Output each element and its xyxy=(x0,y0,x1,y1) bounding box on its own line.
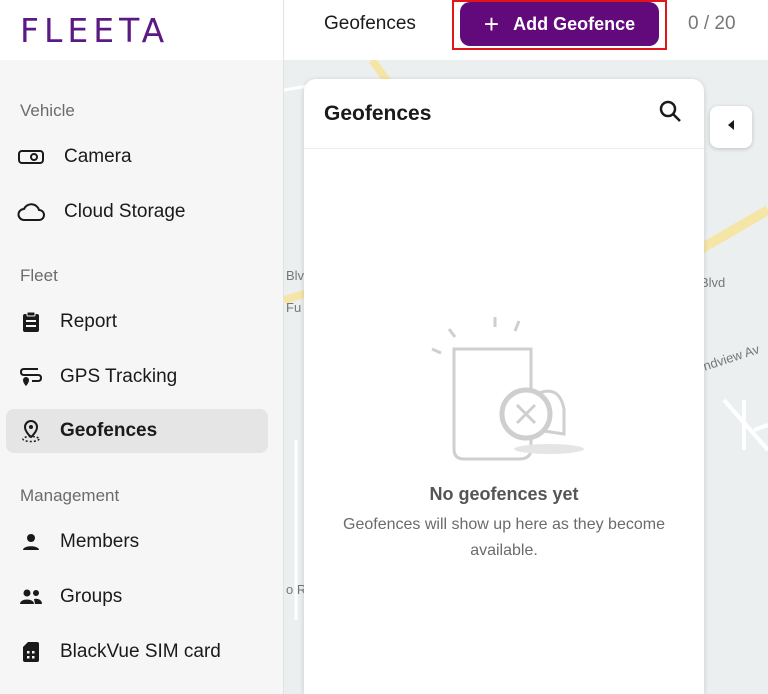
person-icon xyxy=(16,530,46,554)
sidebar-item-label: Groups xyxy=(60,586,123,607)
camera-icon xyxy=(16,145,46,169)
add-geofence-label: Add Geofence xyxy=(513,13,636,34)
group-icon xyxy=(16,585,46,609)
section-label-vehicle: Vehicle xyxy=(20,101,75,120)
sidebar: FLEETA Vehicle Camera Cloud Storage Flee… xyxy=(0,0,284,694)
empty-state-description: Geofences will show up here as they beco… xyxy=(343,516,665,559)
plus-icon: + xyxy=(483,9,500,39)
sidebar-item-label: Members xyxy=(60,531,140,552)
search-icon[interactable] xyxy=(658,99,682,128)
sidebar-item-camera[interactable]: Camera xyxy=(6,135,268,179)
sidebar-item-report[interactable]: Report xyxy=(6,300,268,344)
sidebar-item-label: GPS Tracking xyxy=(60,366,178,387)
geofence-counter: 0 / 20 xyxy=(688,13,736,34)
section-label-management: Management xyxy=(20,486,120,505)
sidebar-item-blackvue-sim-card[interactable]: BlackVue SIM card xyxy=(6,630,268,674)
sidebar-item-members[interactable]: Members xyxy=(6,520,268,564)
logo-area: FLEETA xyxy=(0,0,283,60)
sidebar-item-label: Geofences xyxy=(60,420,158,441)
sidebar-item-label: Camera xyxy=(64,146,132,167)
panel-title: Geofences xyxy=(324,101,432,125)
collapse-panel-button[interactable] xyxy=(710,106,752,148)
fleeta-logo[interactable]: FLEETA xyxy=(20,11,169,50)
sidebar-item-gps-tracking[interactable]: GPS Tracking xyxy=(6,355,268,399)
geofences-panel: Geofences No geofences yet Geofences wil… xyxy=(304,79,704,694)
sidebar-item-label: Cloud Storage xyxy=(64,201,186,222)
gps-tracking-icon xyxy=(16,365,46,389)
sidebar-item-label: Report xyxy=(60,311,118,332)
add-geofence-button[interactable]: + Add Geofence xyxy=(460,2,659,46)
sidebar-item-cloud-storage[interactable]: Cloud Storage xyxy=(6,190,268,234)
location-pin-icon xyxy=(16,419,46,443)
map-label: Fu xyxy=(286,300,302,315)
page-title: Geofences xyxy=(324,13,416,34)
sidebar-item-geofences[interactable]: Geofences xyxy=(6,409,268,453)
empty-state-title: No geofences yet xyxy=(429,484,579,504)
section-label-fleet: Fleet xyxy=(20,266,58,285)
sidebar-item-groups[interactable]: Groups xyxy=(6,575,268,619)
caret-left-icon xyxy=(726,118,736,136)
cloud-icon xyxy=(16,200,46,224)
clipboard-icon xyxy=(16,310,46,334)
sim-card-icon xyxy=(16,640,46,664)
sidebar-item-label: BlackVue SIM card xyxy=(60,641,221,662)
panel-header: Geofences xyxy=(304,79,704,149)
